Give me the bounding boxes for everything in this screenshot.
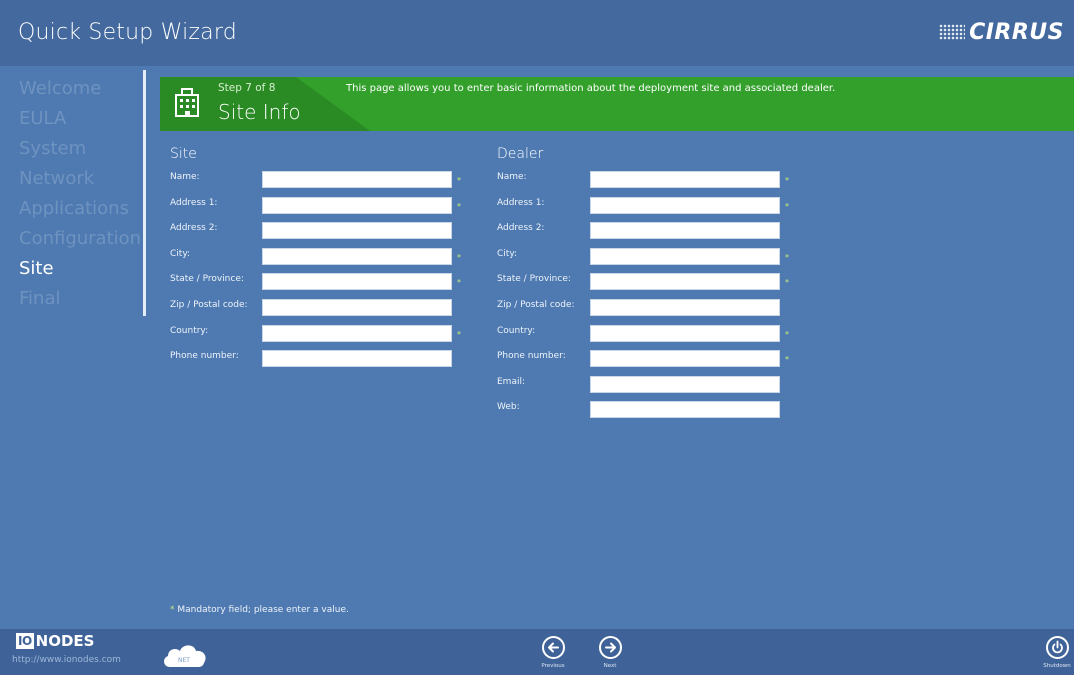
dealer-country-label: Country: (497, 325, 536, 336)
nav-item-system[interactable]: System (0, 134, 145, 164)
nav-divider (143, 70, 146, 316)
nav-item-eula[interactable]: EULA (0, 104, 145, 134)
dealer-name-label: Name: (497, 172, 527, 182)
power-icon (1045, 636, 1069, 659)
dealer-city-mandatory-star: * (785, 252, 789, 262)
logo-text: NODES (35, 632, 95, 650)
mandatory-star: * (170, 605, 175, 615)
dealer-state-province-input[interactable] (590, 273, 780, 291)
dealer-email-input[interactable] (590, 375, 780, 393)
site-name-mandatory-star: * (457, 176, 461, 185)
svg-text:NET: NET (178, 657, 190, 664)
site-state-province-mandatory-star: * (457, 278, 461, 288)
mandatory-note: * Mandatory field; please enter a value. (170, 605, 349, 615)
nav-item-welcome[interactable]: Welcome (0, 74, 145, 104)
site-country-mandatory-star: * (457, 329, 461, 339)
building-icon (175, 88, 199, 117)
next-label: Next (603, 663, 617, 669)
dealer-city-label: City: (497, 248, 518, 259)
site-country-label: Country: (170, 325, 209, 336)
nav-item-configuration[interactable]: Configuration (0, 224, 145, 254)
site-city-mandatory-star: * (457, 252, 461, 262)
dealer-web-input[interactable] (590, 401, 780, 419)
nav-item-site[interactable]: Site (0, 254, 145, 284)
brand-logo: CIRRUS (939, 16, 1064, 48)
dealer-zip-postal-code-label: Zip / Postal code: (497, 300, 575, 310)
previous-label: Previous (541, 663, 565, 669)
dealer-name-mandatory-star: * (785, 176, 789, 185)
wizard-steps-nav: Welcome EULA System Network Applications… (0, 74, 145, 314)
dealer-phone-number-input[interactable] (590, 350, 780, 368)
site-name-label: Name: (170, 172, 200, 182)
dealer-state-province-mandatory-star: * (785, 278, 789, 288)
site-heading: Site (170, 146, 197, 162)
brand-dots-icon (939, 24, 966, 40)
dealer-phone-number-mandatory-star: * (785, 355, 789, 365)
site-address-2-input[interactable] (262, 222, 452, 240)
nav-item-final[interactable]: Final (0, 284, 145, 314)
site-address-2-label: Address 2: (170, 223, 218, 234)
dealer-address-2-label: Address 2: (497, 223, 545, 234)
site-name-input[interactable] (262, 171, 452, 188)
site-city-input[interactable] (262, 247, 452, 265)
step-banner: Step 7 of 8 Site Info This page allows y… (160, 77, 1074, 131)
dealer-city-input[interactable] (590, 247, 780, 265)
previous-button[interactable]: Previous (533, 636, 573, 669)
site-phone-number-input[interactable] (262, 350, 452, 368)
shutdown-button[interactable]: Shutdown (1040, 636, 1074, 669)
dealer-phone-number-label: Phone number: (497, 351, 566, 362)
dealer-address-2-input[interactable] (590, 222, 780, 240)
arrow-left-icon (541, 636, 565, 659)
dealer-country-mandatory-star: * (785, 329, 789, 339)
dealer-heading: Dealer (497, 146, 544, 162)
dealer-email-label: Email: (497, 376, 526, 387)
dealer-address-1-input[interactable] (590, 196, 780, 214)
site-zip-postal-code-label: Zip / Postal code: (170, 300, 248, 310)
footer-bar: IO NODES http://www.ionodes.com NET Prev… (0, 629, 1074, 675)
dealer-country-input[interactable] (590, 324, 780, 342)
nav-item-applications[interactable]: Applications (0, 194, 145, 224)
app-title: Quick Setup Wizard (18, 20, 237, 45)
cloud-net-icon[interactable]: NET (160, 639, 210, 669)
site-address-1-input[interactable] (262, 196, 452, 214)
dealer-zip-postal-code-input[interactable] (590, 299, 780, 316)
logo-box: IO (16, 633, 34, 649)
brand-name: CIRRUS (969, 19, 1064, 45)
site-state-province-label: State / Province: (170, 274, 244, 285)
dealer-address-1-mandatory-star: * (785, 201, 789, 211)
dealer-state-province-label: State / Province: (497, 274, 571, 285)
shutdown-label: Shutdown (1043, 663, 1071, 669)
title-bar: Quick Setup Wizard CIRRUS (0, 0, 1074, 66)
page-description: This page allows you to enter basic info… (346, 83, 836, 94)
dealer-name-input[interactable] (590, 171, 780, 188)
next-button[interactable]: Next (590, 636, 630, 669)
dealer-address-1-label: Address 1: (497, 197, 545, 208)
site-phone-number-label: Phone number: (170, 351, 239, 362)
nav-item-network[interactable]: Network (0, 164, 145, 194)
site-address-1-label: Address 1: (170, 197, 218, 208)
mandatory-note-text: Mandatory field; please enter a value. (177, 605, 349, 615)
dealer-web-label: Web: (497, 402, 520, 413)
site-country-input[interactable] (262, 324, 452, 342)
site-state-province-input[interactable] (262, 273, 452, 291)
step-indicator: Step 7 of 8 (218, 82, 276, 94)
arrow-right-icon (598, 636, 622, 659)
page-title: Site Info (218, 100, 301, 124)
company-url[interactable]: http://www.ionodes.com (12, 655, 121, 665)
site-address-1-mandatory-star: * (457, 201, 461, 211)
site-city-label: City: (170, 248, 191, 259)
ionodes-logo[interactable]: IO NODES (16, 632, 94, 650)
site-zip-postal-code-input[interactable] (262, 299, 452, 316)
